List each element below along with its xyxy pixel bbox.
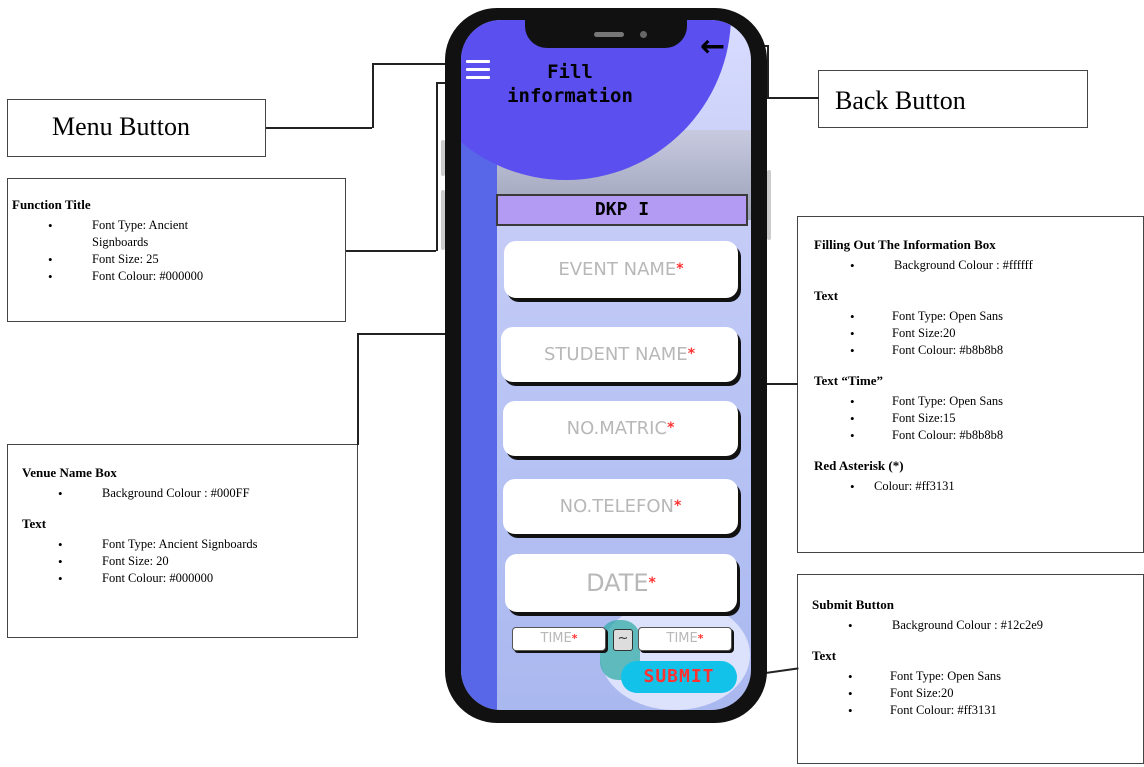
connector-line — [357, 333, 359, 445]
note-item: Font Colour: #ff3131 — [812, 702, 1139, 719]
note-subtitle: Text — [814, 288, 839, 303]
required-asterisk: * — [667, 420, 675, 436]
connector-line — [767, 45, 769, 98]
note-title: Venue Name Box — [22, 465, 117, 480]
side-button — [767, 170, 771, 240]
note-item: Font Size: 25 — [12, 251, 341, 268]
back-button-label: Back Button — [835, 86, 966, 115]
venue-name-box: DKP I — [496, 194, 748, 226]
note-subtitle: Red Asterisk (*) — [814, 458, 904, 473]
menu-button-label: Menu Button — [52, 112, 190, 141]
required-asterisk: * — [697, 632, 704, 645]
field-placeholder: NO.MATRIC — [566, 418, 668, 439]
note-item: Font Colour: #b8b8b8 — [814, 342, 1139, 359]
connector-line — [372, 63, 374, 128]
connector-line — [436, 82, 438, 251]
note-item: Font Size: 20 — [22, 553, 353, 570]
note-item: Font Colour: #000000 — [22, 570, 353, 587]
function-title-note: Function Title Font Type: Ancient Signbo… — [7, 178, 346, 322]
note-item: Background Colour : #ffffff — [814, 257, 1139, 274]
function-title-line2: information — [507, 85, 633, 107]
field-placeholder: TIME — [666, 631, 698, 646]
time-separator: ~ — [613, 629, 633, 651]
menu-icon[interactable] — [466, 60, 490, 80]
matric-field[interactable]: NO.MATRIC* — [503, 401, 738, 456]
back-arrow-icon[interactable]: ← — [700, 32, 725, 62]
side-button — [441, 190, 445, 250]
venue-name-box-note: Venue Name Box Background Colour : #000F… — [7, 444, 358, 638]
function-title: Fill information — [505, 60, 635, 108]
required-asterisk: * — [571, 632, 578, 645]
note-item: Font Type: Open Sans — [812, 668, 1139, 685]
required-asterisk: * — [674, 498, 682, 514]
field-placeholder: STUDENT NAME — [543, 344, 688, 365]
date-field[interactable]: DATE* — [505, 554, 737, 612]
telefon-field[interactable]: NO.TELEFON* — [503, 479, 738, 534]
note-title: Function Title — [12, 197, 91, 212]
time-end-field[interactable]: TIME* — [638, 627, 732, 651]
note-item: Font Colour: #000000 — [12, 268, 341, 285]
submit-button[interactable]: SUBMIT — [621, 661, 737, 693]
field-placeholder: EVENT NAME — [558, 259, 677, 280]
field-placeholder: TIME — [540, 631, 572, 646]
note-item: Font Type: Open Sans — [814, 393, 1139, 410]
field-placeholder: NO.TELEFON — [559, 496, 675, 517]
note-title: Filling Out The Information Box — [814, 237, 996, 252]
side-button — [441, 140, 445, 176]
event-name-field[interactable]: EVENT NAME* — [504, 241, 738, 298]
note-subtitle: Text — [22, 516, 47, 531]
connector-line — [767, 97, 819, 99]
connector-line — [346, 250, 436, 252]
function-title-line1: Fill — [547, 61, 593, 83]
submit-button-note: Submit Button Background Colour : #12c2e… — [797, 574, 1144, 764]
time-start-field[interactable]: TIME* — [512, 627, 606, 651]
menu-button-label-box: Menu Button — [7, 99, 266, 157]
phone-notch — [525, 8, 687, 48]
info-box-note: Filling Out The Information Box Backgrou… — [797, 216, 1144, 553]
back-button-label-box: Back Button — [818, 70, 1088, 128]
note-item: Font Type: Open Sans — [814, 308, 1139, 325]
connector-line — [266, 127, 372, 129]
required-asterisk: * — [648, 575, 656, 591]
note-item: Colour: #ff3131 — [814, 478, 1139, 495]
note-title: Submit Button — [812, 597, 894, 612]
student-name-field[interactable]: STUDENT NAME* — [501, 327, 738, 382]
note-subtitle: Text “Time” — [814, 373, 883, 388]
speaker-icon — [594, 32, 624, 37]
note-item: Font Colour: #b8b8b8 — [814, 427, 1139, 444]
note-item: Background Colour : #12c2e9 — [812, 617, 1139, 634]
note-item: Font Size:20 — [814, 325, 1139, 342]
field-placeholder: DATE — [586, 569, 649, 597]
note-item: Font Size:20 — [812, 685, 1139, 702]
note-item: Background Colour : #000FF — [22, 485, 353, 502]
note-subtitle: Text — [812, 648, 837, 663]
required-asterisk: * — [687, 346, 696, 362]
note-item: Font Type: Ancient Signboards — [22, 536, 353, 553]
note-item: Font Size:15 — [814, 410, 1139, 427]
note-item: Font Type: Ancient Signboards — [12, 217, 212, 251]
required-asterisk: * — [676, 261, 684, 277]
camera-icon — [640, 31, 647, 38]
